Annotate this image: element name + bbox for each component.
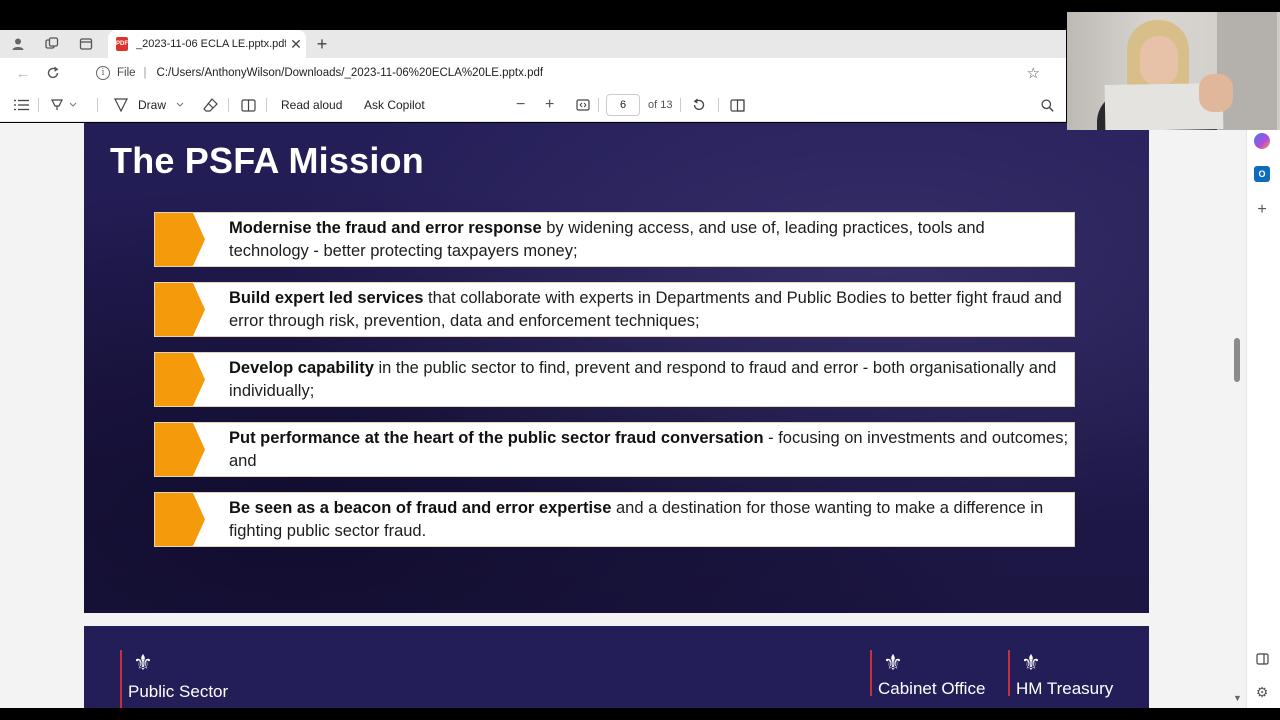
rotate-icon[interactable] [692, 88, 706, 122]
slide-title: The PSFA Mission [110, 140, 424, 181]
chevron-arrow-icon [155, 353, 205, 406]
vertical-scrollbar[interactable] [1230, 123, 1246, 708]
chevron-arrow-icon [155, 213, 205, 266]
refresh-icon[interactable] [38, 58, 68, 88]
tab-actions-icon[interactable] [73, 30, 99, 58]
mission-item-bold: Build expert led services [229, 289, 424, 307]
toolbar-divider [598, 98, 599, 112]
chevron-down-icon [176, 102, 184, 107]
webcam-person-hand [1199, 74, 1233, 112]
mission-item-text: Modernise the fraud and error response b… [229, 217, 1069, 263]
mission-item-bold: Modernise the fraud and error response [229, 219, 542, 237]
copilot-icon[interactable] [1254, 133, 1270, 149]
profile-icon[interactable] [5, 30, 31, 58]
contents-icon[interactable] [14, 88, 29, 122]
address-row: ← i File | C:/Users/AnthonyWilson/Downlo… [0, 58, 1066, 88]
mission-item-bold: Develop capability [229, 359, 374, 377]
mission-item-text: Be seen as a beacon of fraud and error e… [229, 497, 1069, 543]
logo-divider [120, 650, 122, 708]
mission-item: Put performance at the heart of the publ… [154, 422, 1075, 477]
highlight-icon[interactable] [50, 88, 78, 122]
scroll-down-icon[interactable]: ▼ [1233, 693, 1242, 703]
webcam-door [1217, 12, 1277, 130]
webcam-video [1067, 12, 1280, 130]
mission-item: Develop capability in the public sector … [154, 352, 1075, 407]
toolbar-divider [228, 98, 229, 112]
mission-item-bold: Put performance at the heart of the publ… [229, 429, 764, 447]
ask-copilot-button[interactable]: Ask Copilot [364, 88, 425, 122]
sidebar-toggle-icon[interactable] [1254, 651, 1270, 667]
page-number-input[interactable]: 6 [606, 94, 640, 116]
add-icon[interactable]: + [1254, 201, 1270, 218]
slide-page-7: ⚜ Public Sector ⚜ Cabinet Office ⚜ HM Tr… [84, 626, 1149, 708]
scrollbar-thumb[interactable] [1234, 338, 1240, 382]
draw-icon [114, 98, 128, 112]
page-view-icon[interactable] [241, 88, 256, 122]
mission-item-text: Build expert led services that collabora… [229, 287, 1069, 333]
chevron-arrow-icon [155, 493, 205, 546]
toolbar-divider [718, 98, 719, 112]
mission-item-text: Put performance at the heart of the publ… [229, 427, 1069, 473]
logo-divider [870, 650, 872, 696]
toolbar-divider [38, 98, 39, 112]
royal-crest-icon: ⚜ [883, 650, 903, 675]
search-icon[interactable] [1041, 88, 1054, 122]
back-icon[interactable]: ← [8, 58, 38, 88]
slide-page-6: The PSFA Mission Modernise the fraud and… [84, 123, 1149, 613]
two-page-icon[interactable] [730, 88, 745, 122]
pdf-viewport[interactable]: The PSFA Mission Modernise the fraud and… [0, 123, 1230, 708]
settings-icon[interactable]: ⚙ [1254, 684, 1270, 700]
page-total: of 13 [648, 99, 673, 111]
zoom-in-icon[interactable]: + [545, 88, 554, 122]
draw-label: Draw [138, 98, 167, 112]
webcam-person-face [1140, 36, 1178, 86]
active-tab[interactable]: PDF _2023-11-06 ECLA LE.pptx.pdf ✕ [108, 30, 306, 58]
toolbar-divider [680, 98, 681, 112]
close-icon[interactable]: ✕ [286, 36, 306, 53]
fit-page-icon[interactable] [576, 88, 590, 122]
address-separator: | [143, 67, 147, 79]
mission-item: Build expert led services that collabora… [154, 282, 1075, 337]
logo-public-sector: Public Sector [128, 682, 229, 701]
logo-hm-treasury: HM Treasury [1016, 679, 1114, 698]
workspaces-icon[interactable] [39, 30, 65, 58]
mission-item: Modernise the fraud and error response b… [154, 212, 1075, 267]
logo-cabinet-office: Cabinet Office [878, 679, 986, 698]
toolbar-divider [266, 98, 267, 112]
toolbar-divider [97, 98, 98, 112]
logo-divider [1008, 650, 1010, 696]
draw-button[interactable]: Draw [114, 88, 184, 122]
chevron-arrow-icon [155, 423, 205, 476]
erase-icon[interactable] [203, 88, 218, 122]
address-bar[interactable]: i File | C:/Users/AnthonyWilson/Download… [96, 61, 1056, 85]
royal-crest-icon: ⚜ [133, 650, 153, 675]
address-url[interactable]: C:/Users/AnthonyWilson/Downloads/_2023-1… [157, 67, 544, 79]
zoom-out-icon[interactable]: − [516, 88, 525, 122]
mission-item-bold: Be seen as a beacon of fraud and error e… [229, 499, 612, 517]
bottom-black-bar [0, 708, 1280, 720]
mission-item: Be seen as a beacon of fraud and error e… [154, 492, 1075, 547]
mission-item-text: Develop capability in the public sector … [229, 357, 1069, 403]
tab-strip: PDF _2023-11-06 ECLA LE.pptx.pdf ✕ + [0, 30, 1066, 58]
pdf-file-icon: PDF [116, 37, 128, 51]
pdf-toolbar: Draw Read aloud Ask Copilot − + 6 of 13 [0, 88, 1066, 122]
royal-crest-icon: ⚜ [1021, 650, 1041, 675]
favorite-star-icon[interactable]: ☆ [1027, 64, 1040, 82]
tab-title: _2023-11-06 ECLA LE.pptx.pdf [136, 38, 286, 50]
chevron-arrow-icon [155, 283, 205, 336]
new-tab-icon[interactable]: + [312, 30, 332, 58]
screen: PDF _2023-11-06 ECLA LE.pptx.pdf ✕ + ← i… [0, 0, 1280, 720]
outlook-icon[interactable]: O [1254, 166, 1270, 182]
info-icon[interactable]: i [96, 66, 110, 80]
file-label: File [117, 67, 136, 79]
read-aloud-button[interactable]: Read aloud [281, 88, 342, 122]
